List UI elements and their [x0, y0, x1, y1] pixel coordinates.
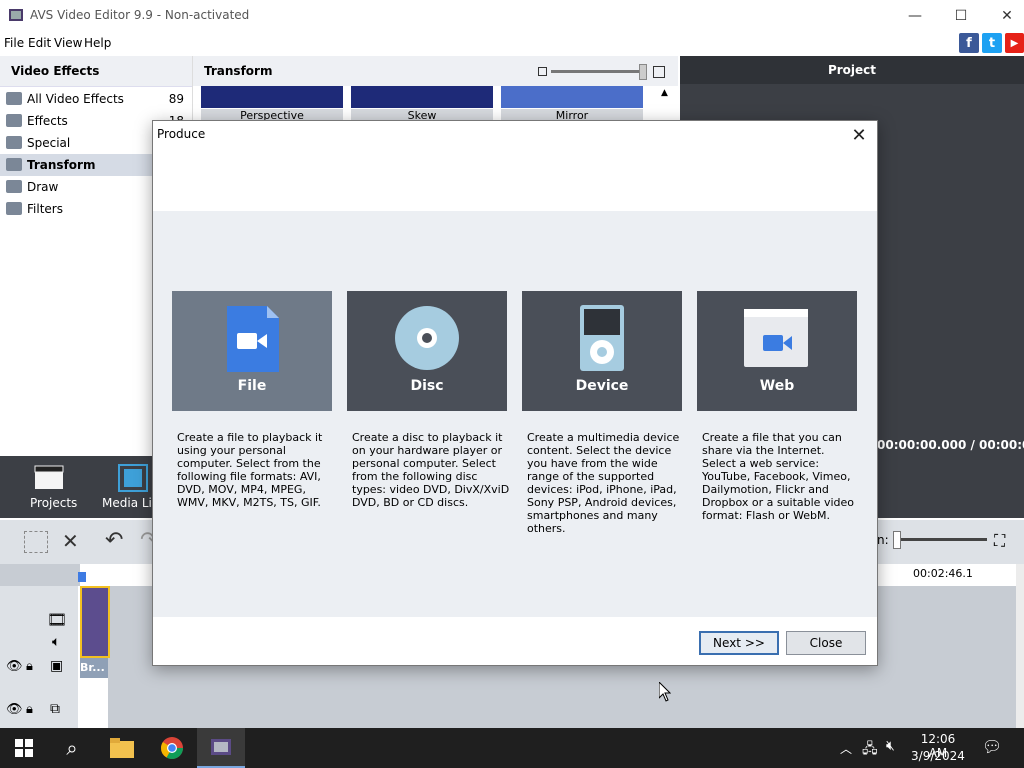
folder-icon [6, 114, 22, 127]
storyboard-icon[interactable] [24, 531, 48, 553]
project-title: Project [680, 56, 1024, 84]
chrome-icon[interactable] [148, 728, 196, 768]
web-video-icon [744, 309, 808, 367]
projects-button[interactable]: Projects [22, 462, 78, 518]
menu-help[interactable]: Help [84, 36, 111, 50]
undo-icon[interactable]: ↶ [105, 528, 123, 553]
delete-icon[interactable]: ✕ [62, 529, 79, 553]
close-window-button[interactable]: ✕ [984, 0, 1024, 32]
visibility-eye-icon-2[interactable]: 👁︎ [6, 702, 23, 717]
option-desc-web: Create a file that you can share via the… [702, 431, 854, 522]
timeline-scrollbar[interactable] [1016, 564, 1024, 728]
menu-bar: File Edit View Help [0, 32, 1024, 54]
folder-icon [6, 158, 22, 171]
app-logo-icon [8, 7, 24, 23]
start-button[interactable] [0, 728, 48, 768]
playhead-marker[interactable] [78, 572, 86, 582]
visibility-eye-icon[interactable]: 👁︎ [6, 659, 23, 674]
tray-chevron-icon[interactable]: ︿ [840, 740, 852, 757]
clock-date[interactable]: 3/9/2024 [910, 749, 966, 763]
folder-icon [6, 136, 22, 149]
produce-dialog: Produce ✕ File Disc Device Web Create a … [152, 120, 878, 666]
effects-header: Video Effects [0, 56, 192, 87]
option-desc-file: Create a file to playback it using your … [177, 431, 323, 509]
lock-icon[interactable]: 🔒︎ [26, 659, 33, 674]
zoom-large-icon [653, 66, 665, 78]
windows-icon [15, 739, 33, 757]
avs-taskbar-icon[interactable] [197, 728, 245, 768]
maximize-icon: ☐ [954, 8, 968, 24]
close-icon: ✕ [851, 124, 867, 146]
search-icon[interactable]: ⌕ [48, 728, 96, 768]
timeline-zoom-slider[interactable] [897, 538, 987, 541]
effect-thumb-mirror[interactable] [501, 86, 643, 108]
minimize-icon: — [908, 8, 922, 24]
notifications-icon[interactable]: 💬︎ [982, 737, 1002, 756]
maximize-button[interactable]: ☐ [938, 0, 984, 32]
produce-option-disc[interactable]: Disc [347, 291, 507, 411]
menu-view[interactable]: View [54, 36, 82, 50]
lock-icon-2[interactable]: 🔒︎ [26, 702, 33, 717]
effects-title: Video Effects [11, 64, 100, 78]
film-icon [118, 464, 148, 492]
zoom-slider-handle[interactable] [639, 64, 647, 80]
produce-option-file[interactable]: File [172, 291, 332, 411]
effect-category-all[interactable]: All Video Effects 89 [0, 88, 192, 110]
zoom-label: n: [877, 533, 889, 547]
media-library-button[interactable]: Media Libra [98, 462, 172, 518]
window-title: AVS Video Editor 9.9 - Non-activated [30, 8, 250, 22]
option-title-web: Web [759, 378, 795, 394]
dialog-body [153, 211, 877, 617]
timeline-zoom-handle[interactable] [893, 531, 901, 549]
next-button[interactable]: Next >> [699, 631, 779, 655]
fit-timeline-icon[interactable]: ⛶ [994, 531, 1005, 551]
speaker-muted-icon[interactable]: 🔇︎ [886, 738, 895, 754]
playback-time: 00:00:00.000 / 00:00:00.000 [877, 438, 1024, 452]
folder-icon [6, 202, 22, 215]
file-video-icon [227, 306, 279, 372]
video-clip[interactable] [80, 586, 110, 658]
facebook-icon[interactable]: f [959, 33, 979, 53]
menu-edit[interactable]: Edit [28, 36, 51, 50]
effect-thumb-skew[interactable] [351, 86, 493, 108]
file-explorer-icon[interactable] [98, 728, 146, 768]
twitter-icon[interactable]: t [982, 33, 1002, 53]
clip-label: Br... [80, 658, 108, 678]
overlay-track-icon: ⧉ [50, 701, 60, 717]
menu-file[interactable]: File [4, 36, 24, 50]
option-desc-disc: Create a disc to playback it on your har… [352, 431, 510, 509]
clapperboard-icon [34, 465, 64, 489]
network-icon[interactable]: 🖧︎ [862, 738, 878, 762]
produce-option-web[interactable]: Web [697, 291, 857, 411]
folder-icon [6, 92, 22, 105]
audio-mute-icon[interactable]: 🔈︎ [52, 634, 60, 650]
effect-track-icon: ▣ [50, 658, 64, 674]
option-title-file: File [237, 378, 267, 394]
zoom-small-icon [538, 67, 547, 76]
zoom-slider[interactable] [551, 70, 643, 73]
taskbar: ⌕ ︿ 🖧︎ 🔇︎ 12:06 AM 3/9/2024 💬︎ [0, 728, 1024, 768]
produce-option-device[interactable]: Device [522, 291, 682, 411]
minimize-button[interactable]: — [892, 0, 938, 32]
scroll-up-icon[interactable]: ▲ [661, 88, 668, 98]
close-button[interactable]: Close [786, 631, 866, 655]
option-title-device: Device [575, 378, 629, 394]
youtube-icon[interactable]: ▶ [1005, 33, 1024, 53]
option-desc-device: Create a multimedia device content. Sele… [527, 431, 680, 535]
video-track-icon: 🎞︎ [47, 610, 68, 629]
transform-title: Transform [204, 64, 273, 78]
device-player-icon [580, 305, 624, 371]
timeline-timecode: 00:02:46.1 [913, 567, 973, 580]
disc-icon [395, 306, 459, 370]
effect-thumb-perspective[interactable] [201, 86, 343, 108]
mouse-cursor-icon [659, 682, 671, 702]
dialog-close-button[interactable]: ✕ [847, 123, 871, 147]
option-title-disc: Disc [410, 378, 444, 394]
folder-icon [6, 180, 22, 193]
transform-header: Transform [193, 56, 678, 86]
dialog-title: Produce [157, 127, 206, 141]
close-icon: ✕ [1001, 8, 1013, 24]
